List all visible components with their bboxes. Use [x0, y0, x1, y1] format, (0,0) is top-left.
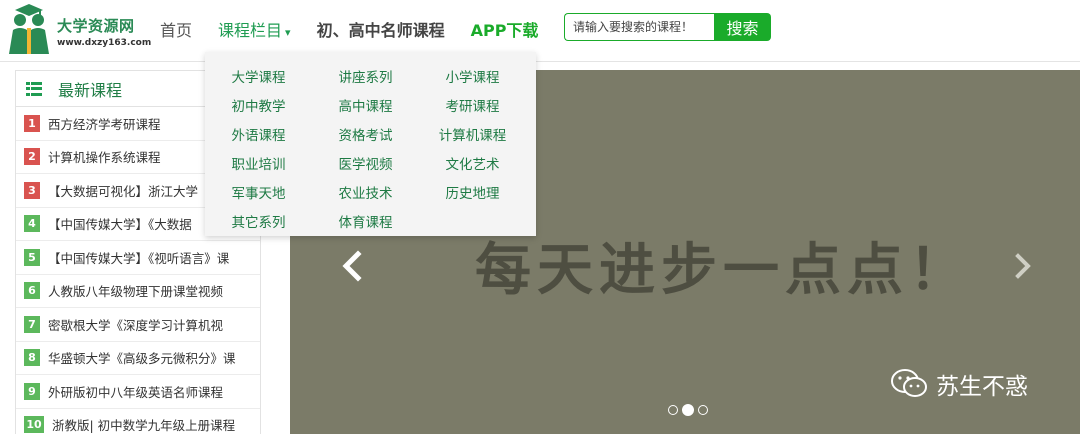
- course-title: 计算机操作系统课程: [48, 150, 161, 166]
- search-button[interactable]: 搜索: [714, 13, 771, 41]
- dropdown-item[interactable]: 农业技术: [312, 177, 419, 206]
- list-icon: [26, 81, 42, 96]
- course-columns-dropdown: 大学课程 讲座系列 小学课程 初中教学 高中课程 考研课程 外语课程 资格考试 …: [205, 52, 536, 236]
- course-rank-badge: 10: [24, 416, 44, 434]
- course-title: 西方经济学考研课程: [48, 116, 161, 132]
- logo-name: 大学资源网: [57, 17, 135, 35]
- chevron-right-icon[interactable]: [1012, 248, 1036, 284]
- course-rank-badge: 9: [24, 382, 40, 400]
- course-list-item[interactable]: 6 人教版八年级物理下册课堂视频: [16, 275, 260, 308]
- course-rank-badge: 1: [24, 114, 40, 132]
- wechat-icon: [891, 369, 927, 397]
- nav-home[interactable]: 首页: [160, 17, 192, 41]
- dropdown-item[interactable]: 考研课程: [419, 90, 526, 119]
- course-rank-badge: 7: [24, 315, 40, 333]
- course-list-item[interactable]: 10 浙教版| 初中数学九年级上册课程: [16, 409, 260, 434]
- course-title: 外研版初中八年级英语名师课程: [48, 384, 224, 400]
- wechat-watermark: 苏生不惑: [890, 367, 1028, 401]
- latest-courses-title: 最新课程: [58, 80, 123, 100]
- course-title: 华盛顿大学《高级多元微积分》课: [48, 351, 236, 367]
- course-list-item[interactable]: 7 密歇根大学《深度学习计算机视: [16, 308, 260, 342]
- course-title: 浙教版| 初中数学九年级上册课程: [52, 418, 236, 434]
- page: 大学资源网 www.dxzy163.com 首页 课程栏目 ▾ 初、高中名师课程 …: [0, 0, 1080, 434]
- nav-famous-teachers[interactable]: 初、高中名师课程: [317, 17, 445, 41]
- watermark-text: 苏生不惑: [936, 374, 1028, 400]
- dropdown-item[interactable]: 资格考试: [312, 119, 419, 148]
- dropdown-item[interactable]: 历史地理: [419, 177, 526, 206]
- course-title: 【大数据可视化】浙江大学: [48, 183, 199, 199]
- dropdown-item[interactable]: 外语课程: [205, 119, 312, 148]
- dropdown-grid: 大学课程 讲座系列 小学课程 初中教学 高中课程 考研课程 外语课程 资格考试 …: [205, 61, 536, 235]
- nav-course-columns-label: 课程栏目: [218, 21, 283, 40]
- dropdown-item[interactable]: 计算机课程: [419, 119, 526, 148]
- dropdown-item[interactable]: 小学课程: [419, 61, 526, 90]
- graduate-logo-icon: [9, 4, 49, 54]
- site-logo[interactable]: 大学资源网 www.dxzy163.com: [5, 4, 155, 58]
- carousel-indicators: [668, 404, 712, 416]
- main-nav: 首页 课程栏目 ▾ 初、高中名师课程 APP下载: [160, 0, 564, 58]
- course-rank-badge: 4: [24, 215, 40, 233]
- carousel-dot[interactable]: [668, 405, 678, 415]
- course-list-item[interactable]: 8 华盛顿大学《高级多元微积分》课: [16, 342, 260, 375]
- dropdown-item[interactable]: 军事天地: [205, 177, 312, 206]
- dropdown-item[interactable]: 职业培训: [205, 148, 312, 177]
- banner-slogan: 每天进步一点点！: [475, 238, 971, 303]
- course-title: 【中国传媒大学】《视听语言》课: [48, 250, 230, 266]
- course-title: 【中国传媒大学】《大数据: [48, 217, 192, 233]
- nav-app-download[interactable]: APP下载: [471, 17, 539, 41]
- search-input[interactable]: [564, 13, 714, 41]
- dropdown-item[interactable]: 体育课程: [312, 206, 419, 235]
- course-rank-badge: 8: [24, 349, 40, 367]
- course-list-item[interactable]: 9 外研版初中八年级英语名师课程: [16, 375, 260, 409]
- course-rank-badge: 6: [24, 282, 40, 300]
- dropdown-item[interactable]: 大学课程: [205, 61, 312, 90]
- dropdown-item[interactable]: 高中课程: [312, 90, 419, 119]
- carousel-dot[interactable]: [698, 405, 708, 415]
- search-bar: 搜索: [564, 13, 771, 41]
- logo-url: www.dxzy163.com: [57, 38, 152, 48]
- caret-down-icon: ▾: [285, 26, 291, 39]
- course-rank-badge: 3: [24, 181, 40, 199]
- chevron-left-icon[interactable]: [340, 248, 364, 284]
- dropdown-item[interactable]: 医学视频: [312, 148, 419, 177]
- carousel-dot-active[interactable]: [682, 404, 694, 416]
- dropdown-item[interactable]: 初中教学: [205, 90, 312, 119]
- dropdown-item[interactable]: 讲座系列: [312, 61, 419, 90]
- nav-course-columns[interactable]: 课程栏目 ▾: [218, 17, 291, 41]
- dropdown-item[interactable]: 其它系列: [205, 206, 312, 235]
- course-rank-badge: 2: [24, 148, 40, 166]
- dropdown-item[interactable]: 文化艺术: [419, 148, 526, 177]
- course-list-item[interactable]: 5 【中国传媒大学】《视听语言》课: [16, 241, 260, 275]
- course-rank-badge: 5: [24, 248, 40, 266]
- course-title: 密歇根大学《深度学习计算机视: [48, 317, 224, 333]
- site-header: 大学资源网 www.dxzy163.com 首页 课程栏目 ▾ 初、高中名师课程 …: [0, 0, 1080, 62]
- course-title: 人教版八年级物理下册课堂视频: [48, 284, 224, 300]
